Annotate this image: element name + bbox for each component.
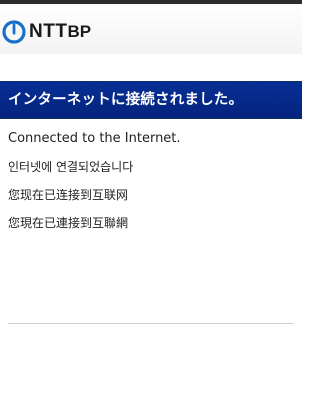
ntt-bp-logo: NTTBP bbox=[2, 18, 91, 46]
logo-text-suffix: BP bbox=[67, 22, 92, 41]
logo-text-prefix: NTT bbox=[29, 21, 68, 42]
message-chinese-traditional: 您現在已連接到互聯網 bbox=[8, 216, 129, 230]
connection-messages: Connected to the Internet. 인터넷에 연결되었습니다 … bbox=[8, 129, 298, 232]
title-bar: インターネットに接続されました。 bbox=[0, 81, 302, 119]
divider bbox=[8, 323, 294, 324]
page-title: インターネットに接続されました。 bbox=[8, 92, 244, 108]
message-english: Connected to the Internet. bbox=[8, 131, 181, 146]
header-spacer bbox=[0, 54, 302, 81]
message-chinese-simplified: 您现在已连接到互联网 bbox=[8, 188, 129, 202]
logo-wordmark: NTTBP bbox=[29, 18, 91, 46]
message-korean: 인터넷에 연결되었습니다 bbox=[8, 160, 134, 174]
header: NTTBP bbox=[0, 4, 302, 54]
ntt-logo-icon bbox=[2, 20, 26, 44]
